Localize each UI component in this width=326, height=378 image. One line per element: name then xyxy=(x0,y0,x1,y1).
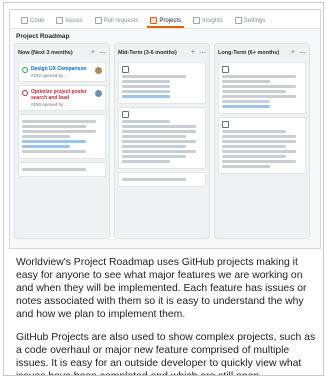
issue-card-meta: #152 opened by ... xyxy=(31,73,69,78)
note-text xyxy=(222,155,286,158)
note-text xyxy=(222,165,270,168)
note-icon xyxy=(222,121,229,128)
more-icon[interactable]: ⋯ xyxy=(299,49,306,57)
tab-insights[interactable]: Insights xyxy=(190,17,226,28)
article-paragraph: Worldview's Project Roadmap uses GitHub … xyxy=(16,257,307,320)
note-text xyxy=(222,80,270,83)
project-board: Now (Next 3 months) + ⋯ Design UX Compari… xyxy=(10,43,320,239)
note-text xyxy=(122,140,196,143)
issue-card[interactable]: Optimize project poster search and load … xyxy=(18,85,106,111)
note-link[interactable] xyxy=(122,95,170,98)
project-icon xyxy=(150,17,158,24)
issue-card-title[interactable]: Optimize project poster search and load xyxy=(31,89,102,101)
note-text xyxy=(222,135,296,138)
board-column-long-term: Long-Term (6+ months) + ⋯ xyxy=(214,43,310,239)
column-title: Mid-Term (3-6 months) xyxy=(118,50,177,56)
open-issue-icon xyxy=(22,67,28,73)
pull-request-icon xyxy=(94,17,102,24)
note-text xyxy=(222,90,286,93)
column-title: Long-Term (6+ months) xyxy=(218,50,280,56)
avatar xyxy=(95,90,102,97)
column-title: Now (Next 3 months) xyxy=(18,50,73,56)
note-text xyxy=(122,160,170,163)
project-board-screenshot: Code Issues Pull requests Projects Insig… xyxy=(9,9,321,249)
note-text xyxy=(22,150,86,153)
note-text xyxy=(22,168,86,171)
more-icon[interactable]: ⋯ xyxy=(99,49,106,57)
note-text xyxy=(222,75,296,78)
note-text xyxy=(122,80,170,83)
note-text xyxy=(122,90,170,93)
note-text xyxy=(222,160,296,163)
graph-icon xyxy=(193,17,201,24)
note-icon xyxy=(222,66,229,73)
note-text xyxy=(22,135,70,138)
note-text xyxy=(22,130,96,133)
note-text xyxy=(22,125,86,128)
article-body: Worldview's Project Roadmap uses GitHub … xyxy=(16,256,316,375)
note-card[interactable] xyxy=(18,162,106,177)
issue-card-title[interactable]: Design UX Comparison xyxy=(31,66,87,72)
note-text xyxy=(122,150,196,153)
gear-icon xyxy=(234,17,242,24)
issue-card-meta: #150 opened by ... xyxy=(31,102,69,107)
tab-issues[interactable]: Issues xyxy=(53,17,85,28)
note-link[interactable] xyxy=(22,140,86,143)
article-frame: Code Issues Pull requests Projects Insig… xyxy=(3,2,324,376)
note-text xyxy=(122,130,196,133)
note-link[interactable] xyxy=(22,145,70,148)
issue-icon xyxy=(56,17,64,24)
note-text xyxy=(122,178,186,181)
note-text xyxy=(122,75,186,78)
board-title: Project Roadmap xyxy=(16,33,70,40)
note-text xyxy=(122,85,170,88)
tab-pull-requests[interactable]: Pull requests xyxy=(92,17,142,28)
note-text xyxy=(222,150,296,153)
article-paragraph: GitHub Projects are also used to show co… xyxy=(16,332,316,375)
board-column-now: Now (Next 3 months) + ⋯ Design UX Compari… xyxy=(14,43,110,239)
tab-settings[interactable]: Settings xyxy=(232,17,269,28)
note-text xyxy=(122,135,186,138)
note-card[interactable] xyxy=(18,114,106,159)
note-card[interactable] xyxy=(118,172,206,187)
note-text xyxy=(222,95,296,98)
note-icon xyxy=(122,111,129,118)
note-text xyxy=(122,125,196,128)
plus-icon[interactable]: + xyxy=(291,49,295,57)
note-card[interactable] xyxy=(218,117,306,174)
note-card[interactable] xyxy=(118,107,206,169)
note-text xyxy=(22,120,96,123)
note-text xyxy=(122,145,186,148)
issue-card[interactable]: Design UX Comparison #152 opened by ... xyxy=(18,62,106,82)
closed-issue-icon xyxy=(22,90,28,96)
note-icon xyxy=(122,66,129,73)
note-text xyxy=(122,120,170,123)
note-text xyxy=(222,130,286,133)
note-card[interactable] xyxy=(118,62,206,104)
tab-code[interactable]: Code xyxy=(18,17,47,28)
note-card[interactable] xyxy=(218,62,306,114)
repo-tabs: Code Issues Pull requests Projects Insig… xyxy=(10,10,320,29)
board-column-mid-term: Mid-Term (3-6 months) + ⋯ xyxy=(114,43,210,239)
code-icon xyxy=(21,17,28,24)
more-icon[interactable]: ⋯ xyxy=(199,49,206,57)
note-text xyxy=(222,140,296,143)
plus-icon[interactable]: + xyxy=(191,49,195,57)
note-link[interactable] xyxy=(222,105,270,108)
plus-icon[interactable]: + xyxy=(91,49,95,57)
note-text xyxy=(222,145,286,148)
avatar xyxy=(95,67,102,74)
note-text xyxy=(122,155,186,158)
note-text xyxy=(222,100,270,103)
note-text xyxy=(222,85,296,88)
tab-projects[interactable]: Projects xyxy=(147,17,185,28)
